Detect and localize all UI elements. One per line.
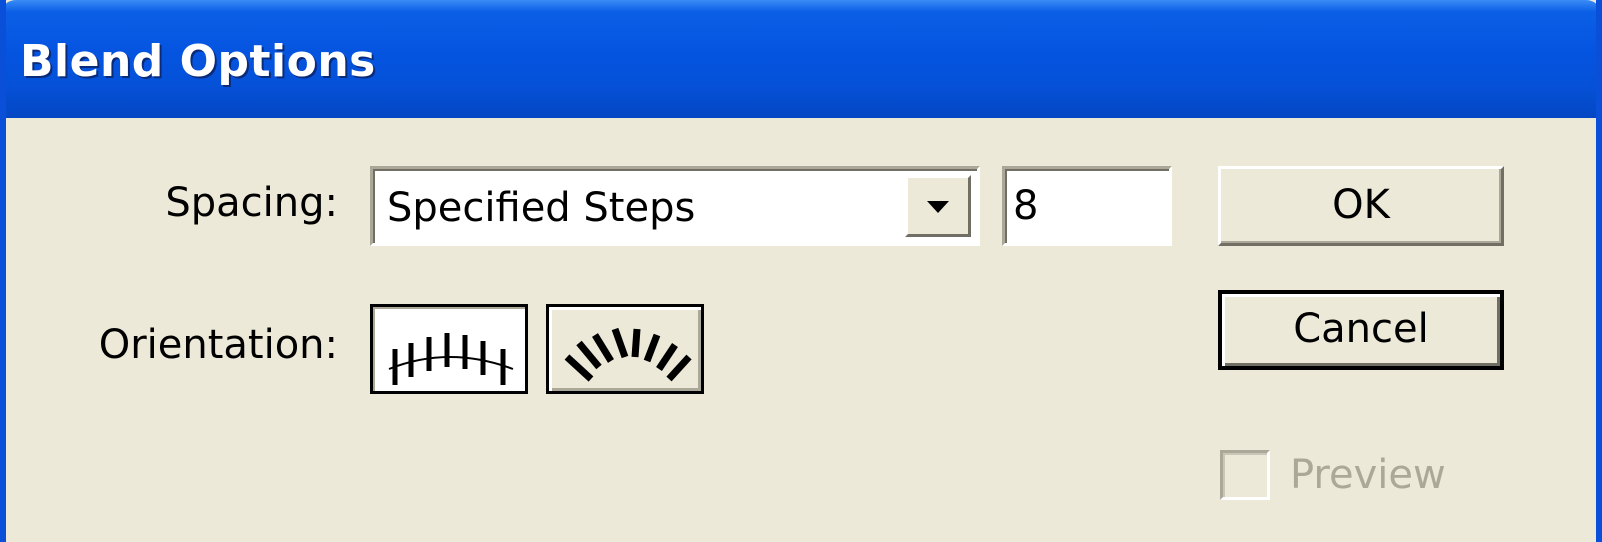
preview-label: Preview <box>1290 452 1446 498</box>
spacing-label: Spacing: <box>165 180 338 226</box>
dropdown-arrow-button[interactable] <box>905 175 971 237</box>
align-to-page-icon <box>388 333 514 385</box>
align-to-path-button[interactable] <box>546 304 704 394</box>
cancel-button[interactable]: Cancel <box>1218 290 1504 370</box>
title-bar[interactable]: Blend Options <box>6 0 1596 118</box>
align-to-page-button[interactable] <box>370 304 528 394</box>
blend-options-dialog: Blend Options Spacing: Specified Steps 8… <box>0 0 1602 542</box>
ok-button[interactable]: OK <box>1218 166 1504 246</box>
align-to-path-icon <box>564 327 692 382</box>
steps-input[interactable]: 8 <box>1002 166 1172 246</box>
spacing-dropdown[interactable]: Specified Steps <box>370 166 980 246</box>
spacing-selected-value: Specified Steps <box>387 185 696 231</box>
chevron-down-icon <box>927 201 949 213</box>
preview-checkbox[interactable] <box>1220 450 1270 500</box>
window-title: Blend Options <box>20 36 376 87</box>
orientation-label: Orientation: <box>98 322 338 368</box>
